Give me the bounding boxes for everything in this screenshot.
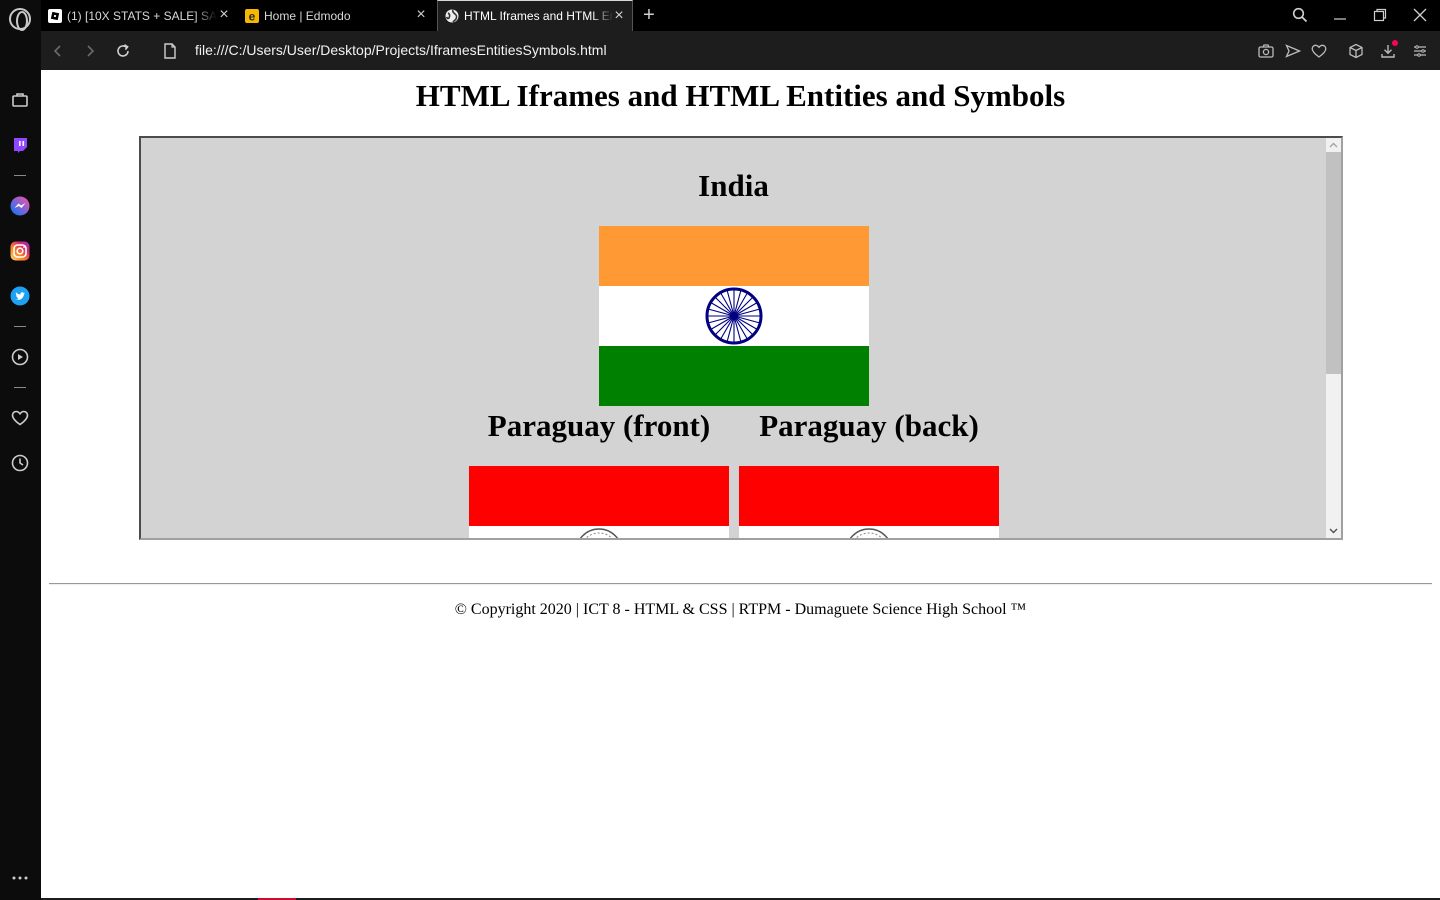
- address-toolbar: file:///C:/Users/User/Desktop/Projects/I…: [41, 31, 1440, 70]
- page-viewport: HTML Iframes and HTML Entities and Symbo…: [41, 70, 1440, 898]
- new-tab-button[interactable]: +: [639, 5, 659, 25]
- tab-edmodo[interactable]: e Home | Edmodo ×: [238, 0, 434, 31]
- tab-strip: (1) [10X STATS + SALE] SAI × e Home | Ed…: [41, 0, 1440, 31]
- player-icon[interactable]: [9, 346, 31, 368]
- roblox-icon: [48, 8, 62, 23]
- instagram-icon[interactable]: [9, 240, 31, 262]
- my-flow-heart-icon[interactable]: [9, 407, 31, 429]
- tab-title: HTML Iframes and HTML En: [464, 9, 614, 23]
- search-tabs-icon[interactable]: [1288, 4, 1312, 26]
- scroll-down-arrow-icon[interactable]: [1326, 524, 1341, 538]
- iframe-content: India Paraguay (front) Paraguay (back): [141, 138, 1326, 538]
- workspaces-icon[interactable]: [9, 89, 31, 111]
- edmodo-icon: e: [245, 8, 259, 23]
- paraguay-treasury-seal-icon: [849, 528, 889, 538]
- paraguay-coat-of-arms-icon: [579, 528, 619, 538]
- sidebar-separator: [14, 175, 26, 176]
- tab-title: Home | Edmodo: [264, 8, 351, 23]
- file-page-icon[interactable]: [159, 40, 181, 62]
- history-clock-icon[interactable]: [9, 452, 31, 474]
- globe-icon: [445, 9, 459, 23]
- more-icon[interactable]: [9, 867, 31, 889]
- easy-setup-menu-icon[interactable]: [1409, 40, 1431, 62]
- paraguay-red-stripe: [469, 466, 729, 526]
- close-window-icon[interactable]: [1408, 4, 1432, 26]
- paraguay-back-heading: Paraguay (back): [759, 408, 979, 443]
- download-badge: [1392, 40, 1398, 46]
- reload-icon[interactable]: [112, 40, 134, 62]
- india-flag: [599, 226, 869, 406]
- ashoka-chakra-icon: [705, 287, 763, 345]
- opera-sidebar: [0, 0, 41, 900]
- snapshot-camera-icon[interactable]: [1255, 40, 1277, 62]
- close-tab-icon[interactable]: ×: [414, 7, 428, 23]
- opera-logo-icon[interactable]: [9, 8, 31, 31]
- restore-icon[interactable]: [1368, 4, 1392, 26]
- twitch-icon[interactable]: [9, 134, 31, 156]
- extensions-cube-icon[interactable]: [1345, 40, 1367, 62]
- downloads-icon[interactable]: [1377, 40, 1399, 62]
- tab-roblox[interactable]: (1) [10X STATS + SALE] SAI ×: [41, 0, 237, 31]
- svg-text:e: e: [249, 9, 256, 23]
- india-saffron-stripe: [599, 226, 869, 286]
- flags-iframe[interactable]: India Paraguay (front) Paraguay (back): [139, 136, 1343, 540]
- page-title: HTML Iframes and HTML Entities and Symbo…: [415, 78, 1066, 113]
- iframe-scrollbar[interactable]: [1326, 138, 1341, 538]
- paraguay-front-heading: Paraguay (front): [487, 408, 711, 443]
- messenger-icon[interactable]: [9, 195, 31, 217]
- india-heading: India: [698, 168, 769, 203]
- paraguay-back-flag: [739, 466, 999, 538]
- tab-html-iframes[interactable]: HTML Iframes and HTML En ×: [437, 0, 633, 31]
- twitter-icon[interactable]: [9, 285, 31, 307]
- india-green-stripe: [599, 346, 869, 406]
- favorite-heart-icon[interactable]: [1308, 40, 1330, 62]
- paraguay-red-stripe: [739, 466, 999, 526]
- back-icon[interactable]: [47, 40, 69, 62]
- close-tab-icon[interactable]: ×: [217, 7, 231, 23]
- scroll-up-arrow-icon[interactable]: [1326, 138, 1341, 152]
- minimize-icon[interactable]: [1328, 4, 1352, 26]
- footer-copyright: © Copyright 2020 | ICT 8 - HTML & CSS | …: [454, 601, 1027, 618]
- send-flow-icon[interactable]: [1282, 40, 1304, 62]
- paraguay-front-flag: [469, 466, 729, 538]
- close-tab-icon[interactable]: ×: [612, 8, 626, 24]
- footer-divider: [49, 583, 1432, 585]
- scrollbar-thumb[interactable]: [1326, 152, 1341, 374]
- sidebar-separator: [14, 387, 26, 388]
- address-field[interactable]: file:///C:/Users/User/Desktop/Projects/I…: [195, 42, 607, 58]
- sidebar-separator: [14, 326, 26, 327]
- forward-icon[interactable]: [79, 40, 101, 62]
- tab-title: (1) [10X STATS + SALE] SAI: [67, 8, 217, 23]
